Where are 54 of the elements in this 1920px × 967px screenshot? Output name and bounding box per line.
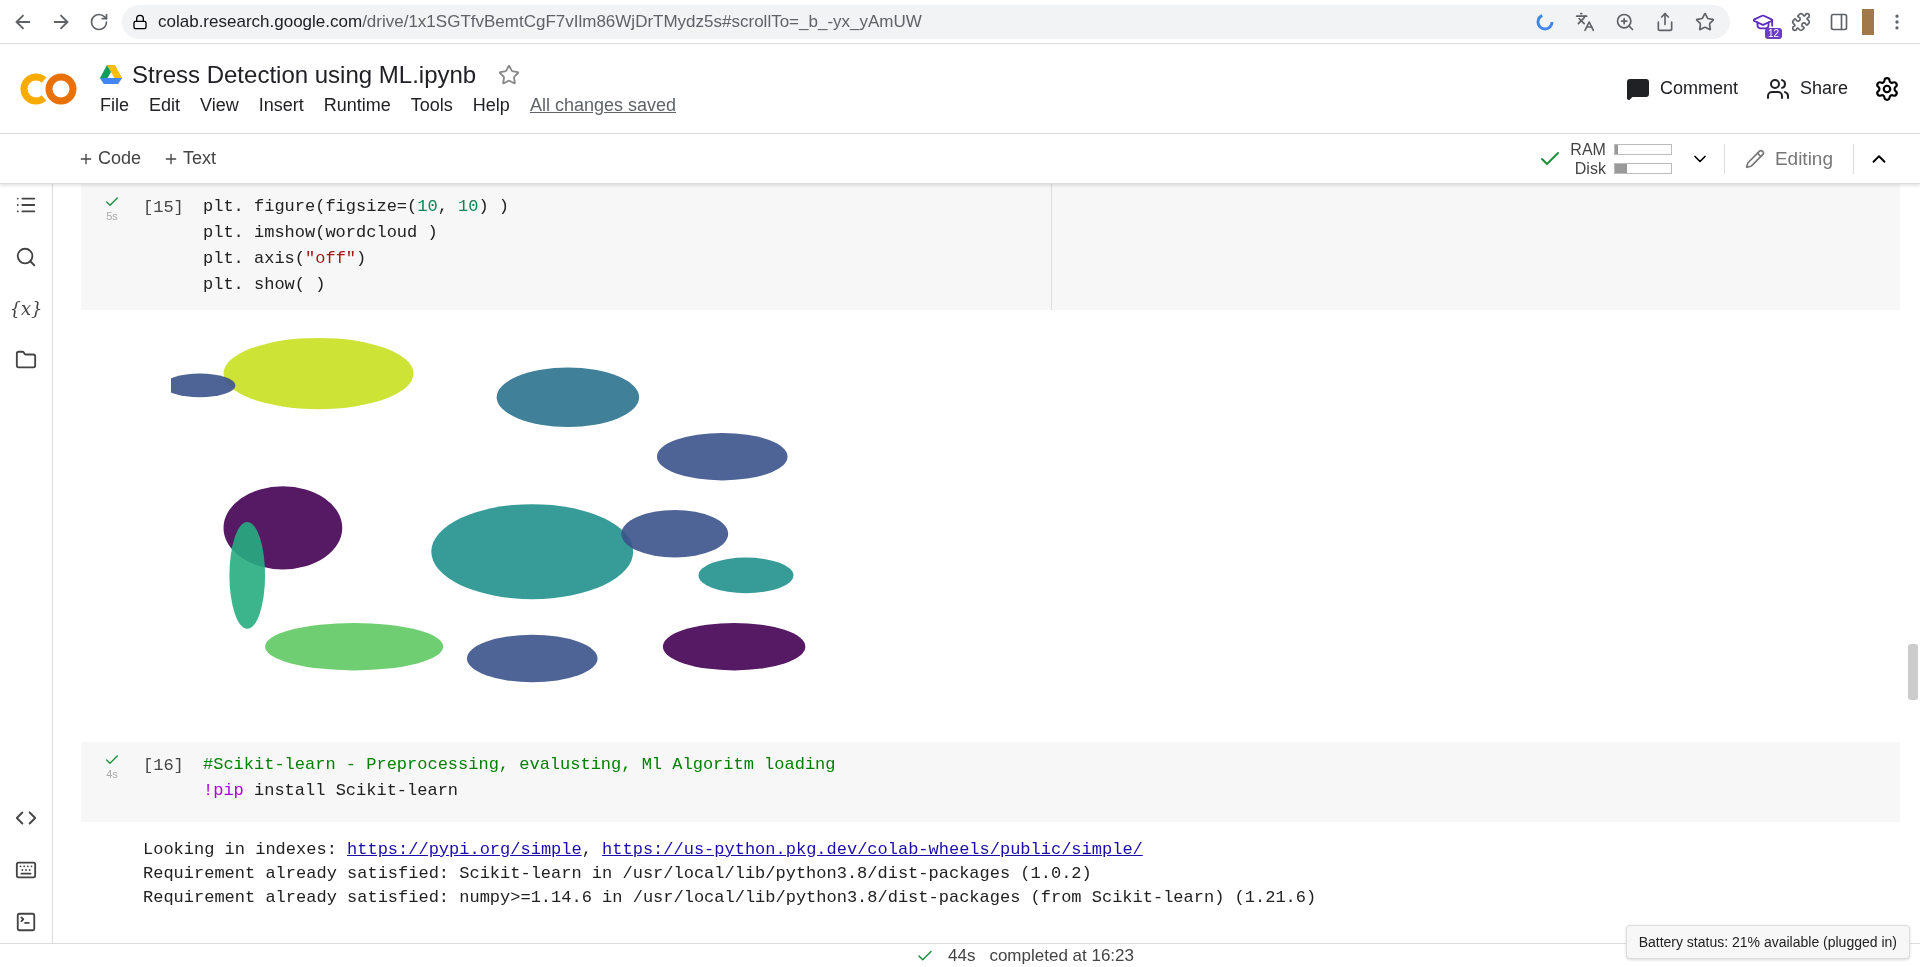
keyboard-icon[interactable] (15, 859, 37, 881)
drive-icon (100, 65, 122, 85)
url-host: colab.research.google.com (158, 11, 363, 32)
output-line: Looking in indexes: https://pypi.org/simple, https://us-python.pkg.dev/colab-wheels/public/simple/ (143, 839, 1144, 861)
output-line: Requirement already satisfied: Scikit-learn in /usr/local/lib/python3.8/dist-packages (1.0.2) (143, 863, 1093, 885)
code-line: plt. show( ) (203, 274, 327, 296)
share-button[interactable]: Share (1751, 68, 1862, 109)
scrollbar-thumb[interactable] (1908, 644, 1918, 700)
output-line: Requirement already satisfied: numpy>=1.14.6 in /usr/local/lib/python3.8/dist-packages (from Scikit-learn) (1.21.6) (143, 887, 1318, 909)
menu-item[interactable]: Edit (149, 95, 181, 116)
code-line: plt. axis("off") (203, 248, 368, 270)
output-link[interactable]: https://pypi.org/simple (347, 840, 582, 859)
url-path: /drive/1x1SGTfvBemtCgF7vIlm86WjDrTMydz5s#scrollTo=_b_-yx_yAmUW (362, 11, 922, 32)
variables-label[interactable]: {x} (9, 298, 43, 319)
code-cell[interactable]: 4s [16] #Scikit-learn - Preprocessing, evalusting, Ml Algoritm loading !pip install Scikit-learn (81, 742, 1900, 822)
cell-duration: 4s (106, 768, 118, 780)
lock-icon (132, 13, 148, 30)
menu-item[interactable]: Runtime (323, 95, 391, 116)
menu-item[interactable]: View (200, 95, 239, 116)
address-bar[interactable]: colab.research.google.com/drive/1x1SGTfvBemtCgF7vIlm86WjDrTMydz5s#scrollTo=_b_-yx_yAmUW (122, 4, 1730, 39)
cell-duration: 5s (106, 210, 118, 222)
terminal-icon[interactable] (15, 911, 37, 933)
save-status[interactable]: All changes saved (529, 95, 676, 116)
folder-icon[interactable] (15, 349, 37, 371)
code-cell[interactable]: 5s [15] plt. figure(figsize=(10, 10) ) plt. imshow(wordcloud ) plt. axis("off") plt. show( ) (81, 184, 1900, 310)
code-line: plt. figure(figsize=(10, 10) ) (203, 196, 511, 218)
add-cell-button[interactable]: Text (157, 147, 223, 170)
notebook-title[interactable]: Stress Detection using ML.ipynb (132, 61, 477, 89)
elapsed-time: 44s (948, 945, 976, 966)
pencil-icon (1744, 148, 1765, 169)
mode-button[interactable]: Editing (1738, 146, 1839, 171)
search-icon[interactable] (15, 246, 37, 268)
output-link[interactable]: https://us-python.pkg.dev/colab-wheels/public/simple/ (602, 840, 1143, 859)
profile-avatar[interactable] (1862, 8, 1874, 35)
battery-tooltip: Battery status: 21% available (plugged in) (1625, 925, 1910, 959)
execution-count: [16] (143, 755, 185, 777)
add-cell-button[interactable]: Code (72, 147, 148, 170)
resource-label: Disk (1574, 158, 1606, 178)
menu-item[interactable]: File (100, 95, 129, 116)
menu-item[interactable]: Insert (258, 95, 304, 116)
settings-icon[interactable] (1874, 75, 1900, 102)
people-icon (1765, 76, 1790, 101)
code-line: !pip install Scikit-learn (203, 780, 460, 802)
code-line: #Scikit-learn - Preprocessing, evalusting, Ml Algoritm loading (203, 754, 837, 776)
code-line: plt. imshow(wordcloud ) (203, 222, 439, 244)
menu-item[interactable]: Tools (410, 95, 453, 116)
extension-badge: 12 (1764, 27, 1782, 39)
star-icon[interactable] (498, 64, 521, 86)
comment-icon (1625, 76, 1650, 101)
resource-label: RAM (1570, 139, 1606, 159)
completion-time: completed at 16:23 (989, 945, 1134, 966)
execution-count: [15] (143, 197, 185, 219)
comment-button[interactable]: Comment (1611, 68, 1752, 109)
menu-item[interactable]: Help (472, 95, 510, 116)
